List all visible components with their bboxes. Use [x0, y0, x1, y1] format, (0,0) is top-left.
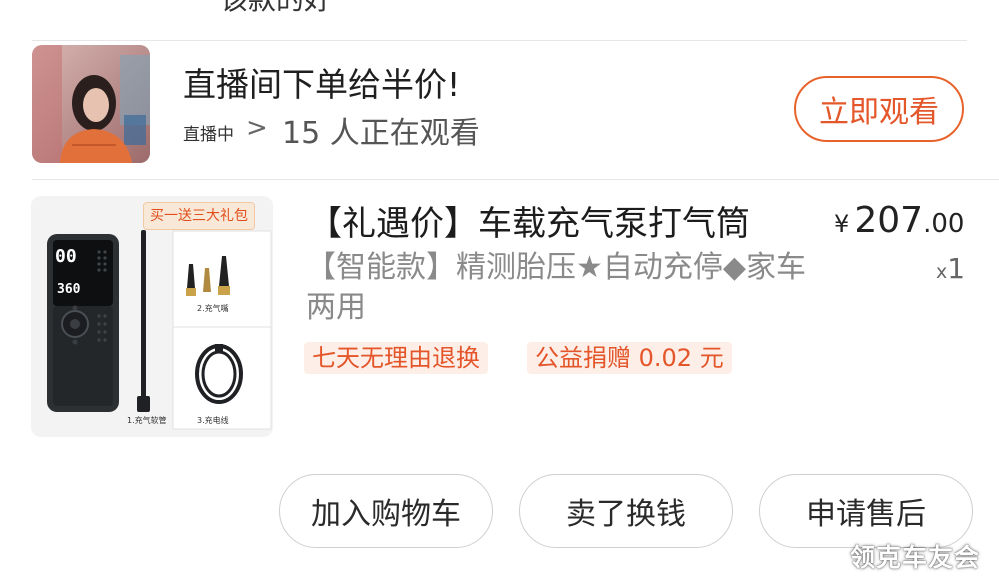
previous-section-text: 该款的好: [220, 0, 332, 18]
price-decimal: .00: [923, 209, 965, 239]
nozzle-label: 2.充气嘴: [197, 304, 229, 313]
price-currency: ¥: [834, 210, 850, 238]
divider-middle: [32, 179, 999, 180]
product-quantity: x1: [936, 252, 965, 285]
live-status-label: 直播中: [183, 125, 234, 145]
viewer-count: 15 人正在观看: [282, 116, 480, 151]
charity-tag: 公益捐赠 0.02 元: [527, 342, 732, 374]
cable-label: 3.充电线: [197, 416, 229, 425]
after-sales-button[interactable]: 申请售后: [759, 474, 973, 548]
return-policy-tag: 七天无理由退换: [304, 342, 488, 374]
resell-button[interactable]: 卖了换钱: [519, 474, 733, 548]
product-title[interactable]: 【礼遇价】车载充气泵打气筒: [308, 196, 750, 245]
product-thumbnail[interactable]: 买一送三大礼包 00 360 1.充气软管 2.充气嘴 3.充电线: [31, 196, 273, 437]
price-integer: 207: [854, 200, 924, 241]
add-to-cart-button[interactable]: 加入购物车: [279, 474, 493, 548]
quantity-prefix: x: [936, 261, 948, 283]
chevron-right-icon: >: [246, 113, 268, 143]
live-avatar[interactable]: [32, 45, 150, 163]
divider-top: [32, 40, 967, 41]
live-title[interactable]: 直播间下单给半价!: [183, 58, 460, 106]
watch-now-button[interactable]: 立即观看: [794, 76, 964, 142]
product-price: ¥ 207.00: [834, 200, 964, 241]
quantity-value: 1: [947, 252, 966, 285]
watermark: 领克车友会: [850, 543, 981, 572]
gift-badge: 买一送三大礼包: [143, 202, 255, 230]
device-reading-bottom: 360: [57, 282, 81, 297]
product-spec: 【智能款】精测胎压★自动充停◆家车两用: [306, 250, 806, 325]
hose-label: 1.充气软管: [127, 416, 167, 425]
device-reading-top: 00: [55, 246, 77, 267]
